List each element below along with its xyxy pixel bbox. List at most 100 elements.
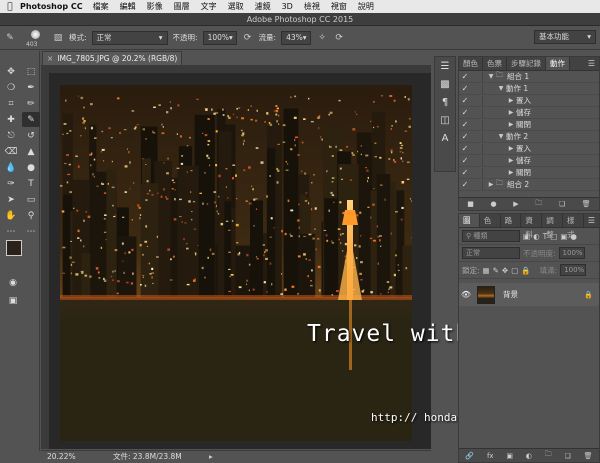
brush-preset-picker[interactable]: 403 — [21, 27, 47, 49]
fill-field[interactable]: 100% — [560, 264, 587, 276]
tab-history[interactable]: 步驟記錄 — [507, 57, 546, 70]
brush-tool-icon[interactable]: ✎ — [4, 32, 16, 44]
tab-adjustments[interactable]: 調整 — [542, 214, 563, 239]
marquee-tool-icon[interactable]: ⬚ — [22, 64, 40, 79]
airbrush-icon[interactable]: ✧ — [316, 32, 328, 44]
opacity-field[interactable]: 100% ▾ — [202, 30, 237, 45]
healing-brush-tool-icon[interactable]: ✚ — [2, 112, 20, 127]
check-icon[interactable]: ✓ — [459, 144, 471, 153]
new-group-icon[interactable]: 🗀 — [545, 450, 552, 461]
lock-icon[interactable]: 🔒 — [584, 291, 593, 299]
lock-pixels-icon[interactable]: ✎ — [493, 266, 499, 275]
history-panel-icon[interactable]: ☰ — [435, 57, 455, 75]
check-icon[interactable]: ✓ — [459, 180, 471, 189]
adjust-panel-icon[interactable]: ▩ — [435, 75, 455, 93]
action-row[interactable]: ✓ ▶ 關閉 — [459, 167, 599, 179]
check-icon[interactable]: ✓ — [459, 168, 471, 177]
type-tool-icon[interactable]: T — [22, 176, 40, 191]
tab-color[interactable]: 顏色 — [459, 57, 483, 70]
eraser-tool-icon[interactable]: ⌫ — [2, 144, 20, 159]
check-icon[interactable]: ✓ — [459, 132, 471, 141]
chevron-right-icon[interactable]: ▶ — [506, 145, 516, 152]
new-set-icon[interactable]: 🗀 — [535, 199, 542, 210]
tab-paths[interactable]: 路徑 — [501, 214, 522, 239]
apple-icon[interactable]:  — [0, 2, 20, 12]
flow-field[interactable]: 43% ▾ — [281, 30, 312, 45]
trash-icon[interactable]: 🗑 — [582, 200, 591, 208]
tab-layers[interactable]: 圖層 — [459, 214, 480, 239]
brush-panel-icon[interactable]: ▧ — [52, 32, 64, 44]
close-icon[interactable]: × — [47, 54, 53, 63]
app-menu[interactable]: Photoshop CC — [20, 2, 83, 11]
edit-toolbar-icon[interactable]: ⋯ — [22, 224, 40, 239]
character-panel-icon[interactable]: A — [435, 129, 455, 147]
blend-mode-dropdown[interactable]: 正常 — [462, 247, 520, 259]
record-icon[interactable]: ● — [491, 200, 497, 208]
menu-help[interactable]: 說明 — [358, 1, 374, 12]
color-swatches[interactable] — [6, 240, 34, 270]
filter-type-icon[interactable]: T — [543, 232, 548, 241]
pressure-opacity-icon[interactable]: ⟳ — [242, 32, 254, 44]
tab-libraries[interactable]: 資料 — [521, 214, 543, 239]
layer-filter-dropdown[interactable]: ⚲ 種類 — [462, 230, 520, 242]
menu-type[interactable]: 文字 — [201, 1, 217, 12]
rectangle-tool-icon[interactable]: ▭ — [22, 192, 40, 207]
menu-image[interactable]: 影像 — [147, 1, 163, 12]
fx-icon[interactable]: fx — [487, 452, 494, 460]
check-icon[interactable]: ✓ — [459, 120, 471, 129]
tab-channels[interactable]: 色版 — [480, 214, 501, 239]
menu-file[interactable]: 檔案 — [93, 1, 109, 12]
canvas-area[interactable] — [41, 65, 431, 449]
check-icon[interactable]: ✓ — [459, 156, 471, 165]
dodge-tool-icon[interactable]: ● — [22, 160, 40, 175]
chevron-right-icon[interactable]: ▶ — [506, 169, 516, 176]
action-row[interactable]: ✓ ▶ 儲存 — [459, 107, 599, 119]
chevron-right-icon[interactable]: ▶ — [506, 97, 516, 104]
filter-pixel-icon[interactable]: ▣ — [523, 232, 530, 241]
tab-swatches[interactable]: 色票 — [483, 57, 507, 70]
tab-styles[interactable]: 樣式 — [563, 214, 584, 239]
new-layer-icon[interactable]: ❏ — [565, 452, 571, 460]
action-row[interactable]: ✓ ▶ 關閉 — [459, 119, 599, 131]
lock-all-icon[interactable]: 🔒 — [521, 266, 530, 275]
lasso-tool-icon[interactable]: ❍ — [2, 80, 20, 95]
adjustment-layer-icon[interactable]: ◐ — [526, 452, 532, 460]
chevron-right-icon[interactable]: ▶ — [506, 121, 516, 128]
brush-tool-icon[interactable]: ✎ — [22, 112, 40, 127]
blur-tool-icon[interactable]: 💧 — [2, 160, 20, 175]
document-canvas[interactable] — [60, 85, 412, 441]
history-brush-tool-icon[interactable]: ↺ — [22, 128, 40, 143]
action-row[interactable]: ✓ ▼ 動作 1 — [459, 83, 599, 95]
check-icon[interactable]: ✓ — [459, 72, 471, 81]
action-row[interactable]: ✓ ▶ 置入 — [459, 143, 599, 155]
filter-toggle-icon[interactable]: ● — [570, 232, 577, 241]
action-row[interactable]: ✓ ▶ 🗀 組合 2 — [459, 179, 599, 191]
action-row[interactable]: ✓ ▶ 儲存 — [459, 155, 599, 167]
pen-tool-icon[interactable]: ✑ — [2, 176, 20, 191]
filter-shape-icon[interactable]: □ — [550, 232, 557, 241]
menu-view[interactable]: 檢視 — [304, 1, 320, 12]
action-row[interactable]: ✓ ▼ 動作 2 — [459, 131, 599, 143]
move-tool-icon[interactable]: ✥ — [2, 64, 20, 79]
action-row[interactable]: ✓ ▼ 🗀 組合 1 — [459, 71, 599, 83]
check-icon[interactable]: ✓ — [459, 108, 471, 117]
menu-3d[interactable]: 3D — [282, 2, 293, 11]
chevron-right-icon[interactable]: ▶ — [506, 157, 516, 164]
panel-menu-icon[interactable]: ☰ — [584, 57, 599, 70]
chevron-right-icon[interactable]: ▶ — [486, 181, 496, 188]
check-icon[interactable]: ✓ — [459, 96, 471, 105]
stop-icon[interactable]: ■ — [467, 200, 474, 208]
mode-dropdown[interactable]: 正常 ▾ — [91, 30, 168, 45]
lock-position-icon[interactable]: ✥ — [502, 266, 508, 275]
quick-select-tool-icon[interactable]: ✒ — [22, 80, 40, 95]
menu-layer[interactable]: 圖層 — [174, 1, 190, 12]
check-icon[interactable]: ✓ — [459, 84, 471, 93]
chevron-down-icon[interactable]: ▼ — [496, 85, 506, 92]
tab-actions[interactable]: 動作 — [546, 57, 570, 70]
cube-3d-icon[interactable]: ◫ — [435, 111, 455, 129]
screen-mode-icon[interactable]: ▣ — [4, 293, 22, 308]
document-tab[interactable]: ×IMG_7805.JPG @ 20.2% (RGB/8) * — [42, 51, 182, 76]
quick-mask-icon[interactable]: ◉ — [4, 275, 22, 290]
eyedropper-tool-icon[interactable]: ✏ — [22, 96, 40, 111]
filter-smart-icon[interactable]: ▣ — [560, 232, 567, 241]
